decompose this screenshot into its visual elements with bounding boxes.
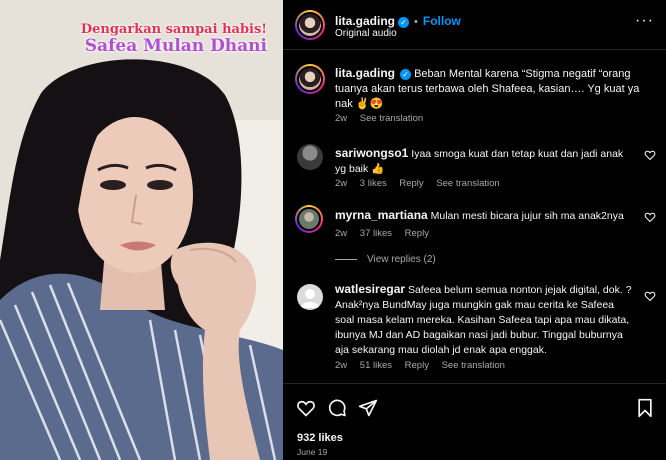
post-date[interactable]: June 19 — [297, 447, 327, 457]
see-translation-button[interactable]: See translation — [442, 360, 505, 371]
post-caption: lita.gading ✓ Beban Mental karena “Stigma… — [335, 66, 655, 112]
author-avatar[interactable] — [295, 10, 325, 40]
separator-dot: • — [414, 16, 418, 28]
default-avatar-icon[interactable] — [297, 284, 323, 310]
comment-item: sariwongso1 Iyaa smoga kuat dan tetap ku… — [335, 146, 635, 177]
verified-badge-icon: ✓ — [398, 17, 409, 28]
view-replies-label: View replies (2) — [367, 254, 436, 265]
comment-meta: 2w 37 likes Reply — [335, 228, 439, 239]
bookmark-icon[interactable] — [635, 398, 655, 418]
reply-button[interactable]: Reply — [405, 360, 429, 371]
reply-button[interactable]: Reply — [399, 178, 423, 189]
follow-button[interactable]: Follow — [423, 14, 461, 28]
comment-time[interactable]: 2w — [335, 360, 347, 371]
caption-username[interactable]: lita.gading — [335, 66, 395, 80]
comment-meta: 2w 3 likes Reply See translation — [335, 178, 510, 189]
comment-like-heart-icon[interactable] — [644, 290, 656, 302]
comment-icon[interactable] — [327, 398, 347, 418]
see-translation-button[interactable]: See translation — [436, 178, 499, 189]
comment-username[interactable]: myrna_martiana — [335, 208, 428, 222]
verified-badge-icon: ✓ — [400, 69, 411, 80]
share-icon[interactable] — [358, 398, 378, 418]
caption-meta: 2w See translation — [335, 113, 433, 124]
commenter-avatar[interactable] — [295, 205, 323, 233]
replies-divider — [335, 258, 357, 260]
see-translation-button[interactable]: See translation — [360, 113, 423, 124]
comment-item: myrna_martiana Mulan mesti bicara jujur … — [335, 208, 635, 224]
more-options-icon[interactable]: ··· — [635, 12, 654, 30]
comment-likes[interactable]: 3 likes — [360, 178, 387, 189]
view-replies-button[interactable]: View replies (2) — [335, 254, 436, 265]
comment-username[interactable]: sariwongso1 — [335, 146, 408, 160]
comment-likes[interactable]: 51 likes — [360, 360, 392, 371]
comment-item: watlesiregar Safeea belum semua nonton j… — [335, 282, 635, 358]
overlay-text-title: Safea Mulan Dhani — [84, 36, 267, 56]
post-header: lita.gading ✓ • Follow Original audio ··· — [283, 0, 666, 50]
commenter-avatar[interactable] — [297, 144, 323, 170]
post-action-bar: 932 likes June 19 — [283, 383, 666, 460]
comment-like-heart-icon[interactable] — [644, 149, 656, 161]
caption-author-avatar[interactable] — [295, 64, 325, 94]
comment-likes[interactable]: 37 likes — [360, 228, 392, 239]
post-media[interactable]: Dengarkan sampai habis! Safea Mulan Dhan… — [0, 0, 283, 460]
reply-button[interactable]: Reply — [405, 228, 429, 239]
woman-portrait-image — [0, 0, 283, 460]
heart-icon[interactable] — [296, 398, 316, 418]
author-username[interactable]: lita.gading — [335, 14, 395, 28]
post-side-panel: lita.gading ✓ • Follow Original audio ··· l… — [283, 0, 666, 460]
comment-meta: 2w 51 likes Reply See translation — [335, 360, 515, 371]
comment-like-heart-icon[interactable] — [644, 211, 656, 223]
audio-label[interactable]: Original audio — [335, 28, 397, 39]
comment-time[interactable]: 2w — [335, 178, 347, 189]
comment-username[interactable]: watlesiregar — [335, 282, 405, 296]
caption-time[interactable]: 2w — [335, 113, 347, 124]
overlay-text-top: Dengarkan sampai habis! — [80, 22, 267, 37]
likes-count[interactable]: 932 likes — [297, 432, 343, 444]
comment-time[interactable]: 2w — [335, 228, 347, 239]
comment-text: Mulan mesti bicara jujur sih ma anak2nya — [430, 210, 624, 222]
